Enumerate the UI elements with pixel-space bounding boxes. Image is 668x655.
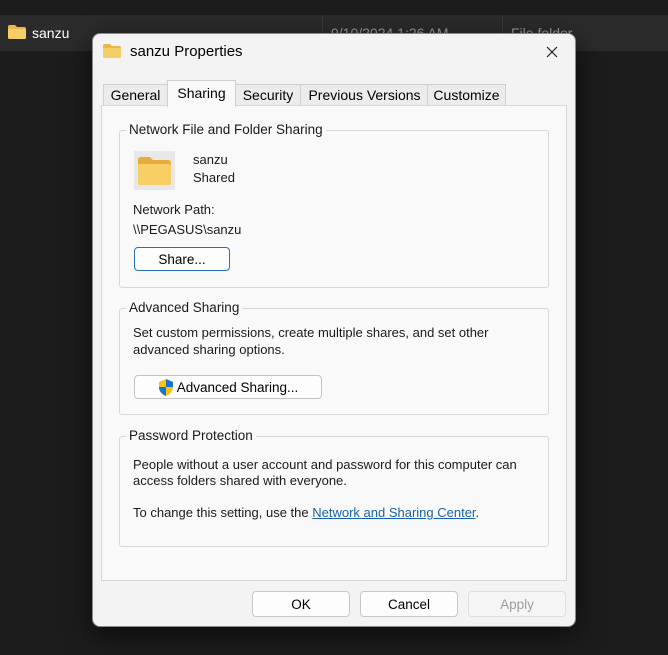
uac-shield-icon (158, 378, 173, 396)
dialog-title: sanzu Properties (130, 43, 243, 60)
sharing-panel: Network File and Folder Sharing sanzu Sh… (101, 105, 567, 581)
properties-dialog: sanzu Properties General Sharing Securit… (92, 33, 576, 627)
advanced-sharing-desc-line2: advanced sharing options. (133, 342, 285, 357)
password-desc-line2: access folders shared with everyone. (133, 473, 347, 488)
cancel-button[interactable]: Cancel (360, 591, 458, 617)
tab-security[interactable]: Security (234, 84, 302, 106)
close-icon (546, 46, 558, 58)
network-sharing-center-link[interactable]: Network and Sharing Center (312, 505, 475, 520)
close-button[interactable] (529, 34, 575, 70)
tab-previous-versions[interactable]: Previous Versions (300, 84, 429, 106)
file-name: sanzu (32, 25, 70, 41)
network-path-label: Network Path: (133, 202, 215, 217)
tab-general[interactable]: General (103, 84, 168, 106)
advanced-sharing-group: Advanced Sharing Set custom permissions,… (119, 300, 549, 415)
group-title: Password Protection (126, 428, 256, 443)
folder-icon (138, 157, 171, 185)
apply-button[interactable]: Apply (468, 591, 566, 617)
change-setting-prefix: To change this setting, use the (133, 505, 313, 520)
network-sharing-group: Network File and Folder Sharing sanzu Sh… (119, 122, 549, 288)
advanced-sharing-button-label: Advanced Sharing... (176, 379, 299, 395)
advanced-sharing-button[interactable]: Advanced Sharing... (134, 375, 322, 399)
folder-name: sanzu (193, 152, 228, 167)
advanced-sharing-desc-line1: Set custom permissions, create multiple … (133, 325, 489, 340)
tab-customize[interactable]: Customize (427, 84, 506, 106)
ok-button[interactable]: OK (252, 591, 350, 617)
network-path-value: \\PEGASUS\sanzu (133, 222, 242, 237)
change-setting-suffix: . (475, 505, 480, 520)
folder-icon (103, 44, 121, 58)
group-title: Network File and Folder Sharing (126, 122, 326, 137)
title-bar[interactable]: sanzu Properties (93, 34, 575, 70)
shared-folder-thumbnail (134, 151, 175, 190)
folder-icon (8, 25, 26, 39)
password-protection-group: Password Protection People without a use… (119, 428, 549, 547)
tab-sharing[interactable]: Sharing (167, 80, 236, 107)
share-button[interactable]: Share... (134, 247, 230, 271)
password-desc-line1: People without a user account and passwo… (133, 457, 517, 472)
change-setting-text: To change this setting, use the Network … (133, 504, 479, 521)
share-status: Shared (193, 170, 235, 185)
group-title: Advanced Sharing (126, 300, 243, 315)
